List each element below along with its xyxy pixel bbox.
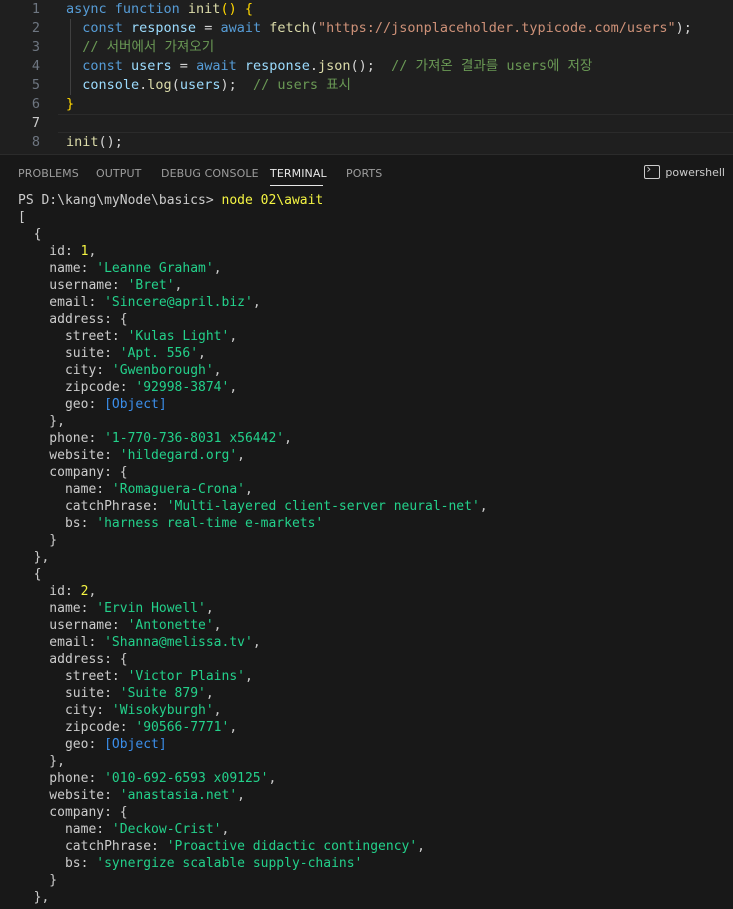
code-text: console.log(users); // users 표시 bbox=[66, 77, 351, 93]
code-line[interactable]: 3 // 서버에서 가져오기 bbox=[0, 38, 733, 57]
line-number: 8 bbox=[31, 134, 40, 150]
line-number: 3 bbox=[31, 39, 40, 55]
code-text: const users = await response.json(); // … bbox=[66, 58, 593, 74]
active-tab-indicator bbox=[270, 185, 323, 186]
code-text: // 서버에서 가져오기 bbox=[66, 39, 215, 55]
line-number: 5 bbox=[31, 77, 40, 93]
panel-tabs: PROBLEMS OUTPUT DEBUG CONSOLE TERMINAL P… bbox=[0, 155, 733, 189]
line-number: 6 bbox=[31, 96, 40, 112]
code-line[interactable]: 7 bbox=[0, 114, 733, 133]
terminal-output[interactable]: PS D:\kang\myNode\basics> node 02\await … bbox=[18, 192, 488, 906]
code-text: init(); bbox=[66, 134, 123, 150]
tab-debug-console[interactable]: DEBUG CONSOLE bbox=[161, 167, 259, 180]
bottom-panel: PROBLEMS OUTPUT DEBUG CONSOLE TERMINAL P… bbox=[0, 155, 733, 909]
shell-label: powershell bbox=[665, 165, 725, 179]
code-line[interactable]: 6} bbox=[0, 95, 733, 114]
code-line[interactable]: 4 const users = await response.json(); /… bbox=[0, 57, 733, 76]
code-line[interactable]: 8 init(); bbox=[0, 133, 733, 152]
code-line[interactable]: 2 const response = await fetch("https://… bbox=[0, 19, 733, 38]
line-number: 4 bbox=[31, 58, 40, 74]
code-editor[interactable]: 1 async function init() { 2 const response… bbox=[0, 0, 733, 154]
code-text: } bbox=[66, 96, 75, 112]
tab-terminal[interactable]: TERMINAL bbox=[270, 167, 327, 180]
terminal-icon bbox=[644, 162, 661, 179]
code-line[interactable]: 5 console.log(users); // users 표시 bbox=[0, 76, 733, 95]
tab-problems[interactable]: PROBLEMS bbox=[18, 167, 79, 180]
line-number: 7 bbox=[31, 115, 40, 131]
line-number: 1 bbox=[31, 1, 40, 17]
shell-selector[interactable]: powershell bbox=[644, 162, 725, 179]
terminal-prompt: PS D:\kang\myNode\basics> bbox=[18, 193, 222, 208]
code-text: const response = await fetch("https://js… bbox=[66, 20, 692, 36]
tab-ports[interactable]: PORTS bbox=[346, 167, 382, 180]
line-number: 2 bbox=[31, 20, 40, 36]
code-text: async function init() { bbox=[66, 1, 253, 17]
tab-output[interactable]: OUTPUT bbox=[96, 167, 141, 180]
code-line[interactable]: 1 async function init() { bbox=[0, 0, 733, 19]
